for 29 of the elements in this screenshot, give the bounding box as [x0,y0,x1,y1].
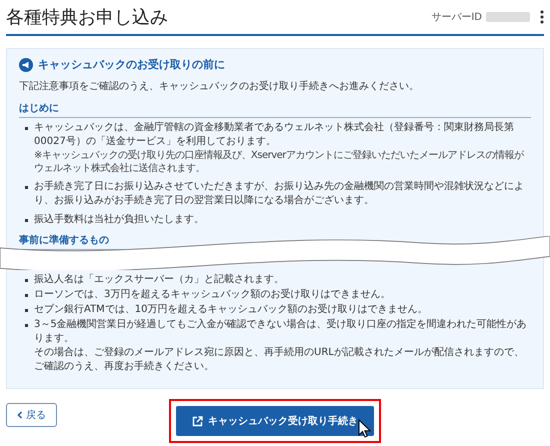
back-button[interactable]: 戻る [6,403,57,427]
list-text: 振込手数料は当社が負担いたします。 [34,213,204,227]
notice-title: キャッシュバックのお受け取りの前に [38,57,225,72]
list-text: 3～5金融機関営業日が経過してもご入金が確認できない場合は、受け取り口座の指定を間違われた可能性があります。 [34,318,528,346]
list-text: セブン銀行ATMでは、10万円を超えるキャッシュバック額のお受け取りはできません。 [34,303,428,317]
bullet-icon [25,127,28,130]
list-text: ローソンでは、3万円を超えるキャッシュバック額のお受け取りはできません。 [34,288,390,302]
bullet-icon [25,219,28,222]
list-text: お手続き完了日にお振り込みさせていただきますが、お振り込み先の金融機関の営業時間や混雑状況などにより、お振り込みがお手続き完了日の翌営業日以降になる場合がございます。 [34,180,525,208]
list-text: その場合は、ご登録のメールアドレス宛に原因と、再手続用のURLが記載されたメールが配信されますので、ご確認のうえ、再度お手続きください。 [34,346,525,374]
bullet-icon [25,279,28,282]
section-heading: はじめに [19,101,531,118]
cashback-procedure-button[interactable]: キャッシュバック受け取り手続き [176,406,374,436]
list-text: キャッシュバックは、金融庁管轄の資金移動業者であるウェルネット株式会社（登録番号：関東財務局長第00027号）の「送金サービス」を利用しております。 [34,121,515,149]
megaphone-icon [19,58,33,72]
cursor-icon [358,419,371,438]
bullet-icon [25,324,28,327]
external-link-icon [192,416,203,426]
redacted-server-id [486,12,530,22]
server-id-label: サーバーID [431,11,482,24]
chevron-left-icon [17,411,23,419]
more-menu-icon[interactable] [540,10,544,24]
page-title: 各種特典お申し込み [6,6,168,29]
bullet-icon [25,186,28,189]
bullet-icon [25,294,28,297]
list-text: 振込人名は「エックスサーバー（カ」と記載されます。 [34,273,284,287]
note-text: ※キャッシュバックの受け取り先の口座情報及び、Xserverアカウントにご登録いただいたメールアドレスの情報がウェルネット株式会社に送信されます。 [34,149,525,175]
bullet-icon [25,309,28,312]
intro-text: 下記注意事項をご確認のうえ、キャッシュバックのお受け取り手続きへお進みください。 [19,80,420,93]
